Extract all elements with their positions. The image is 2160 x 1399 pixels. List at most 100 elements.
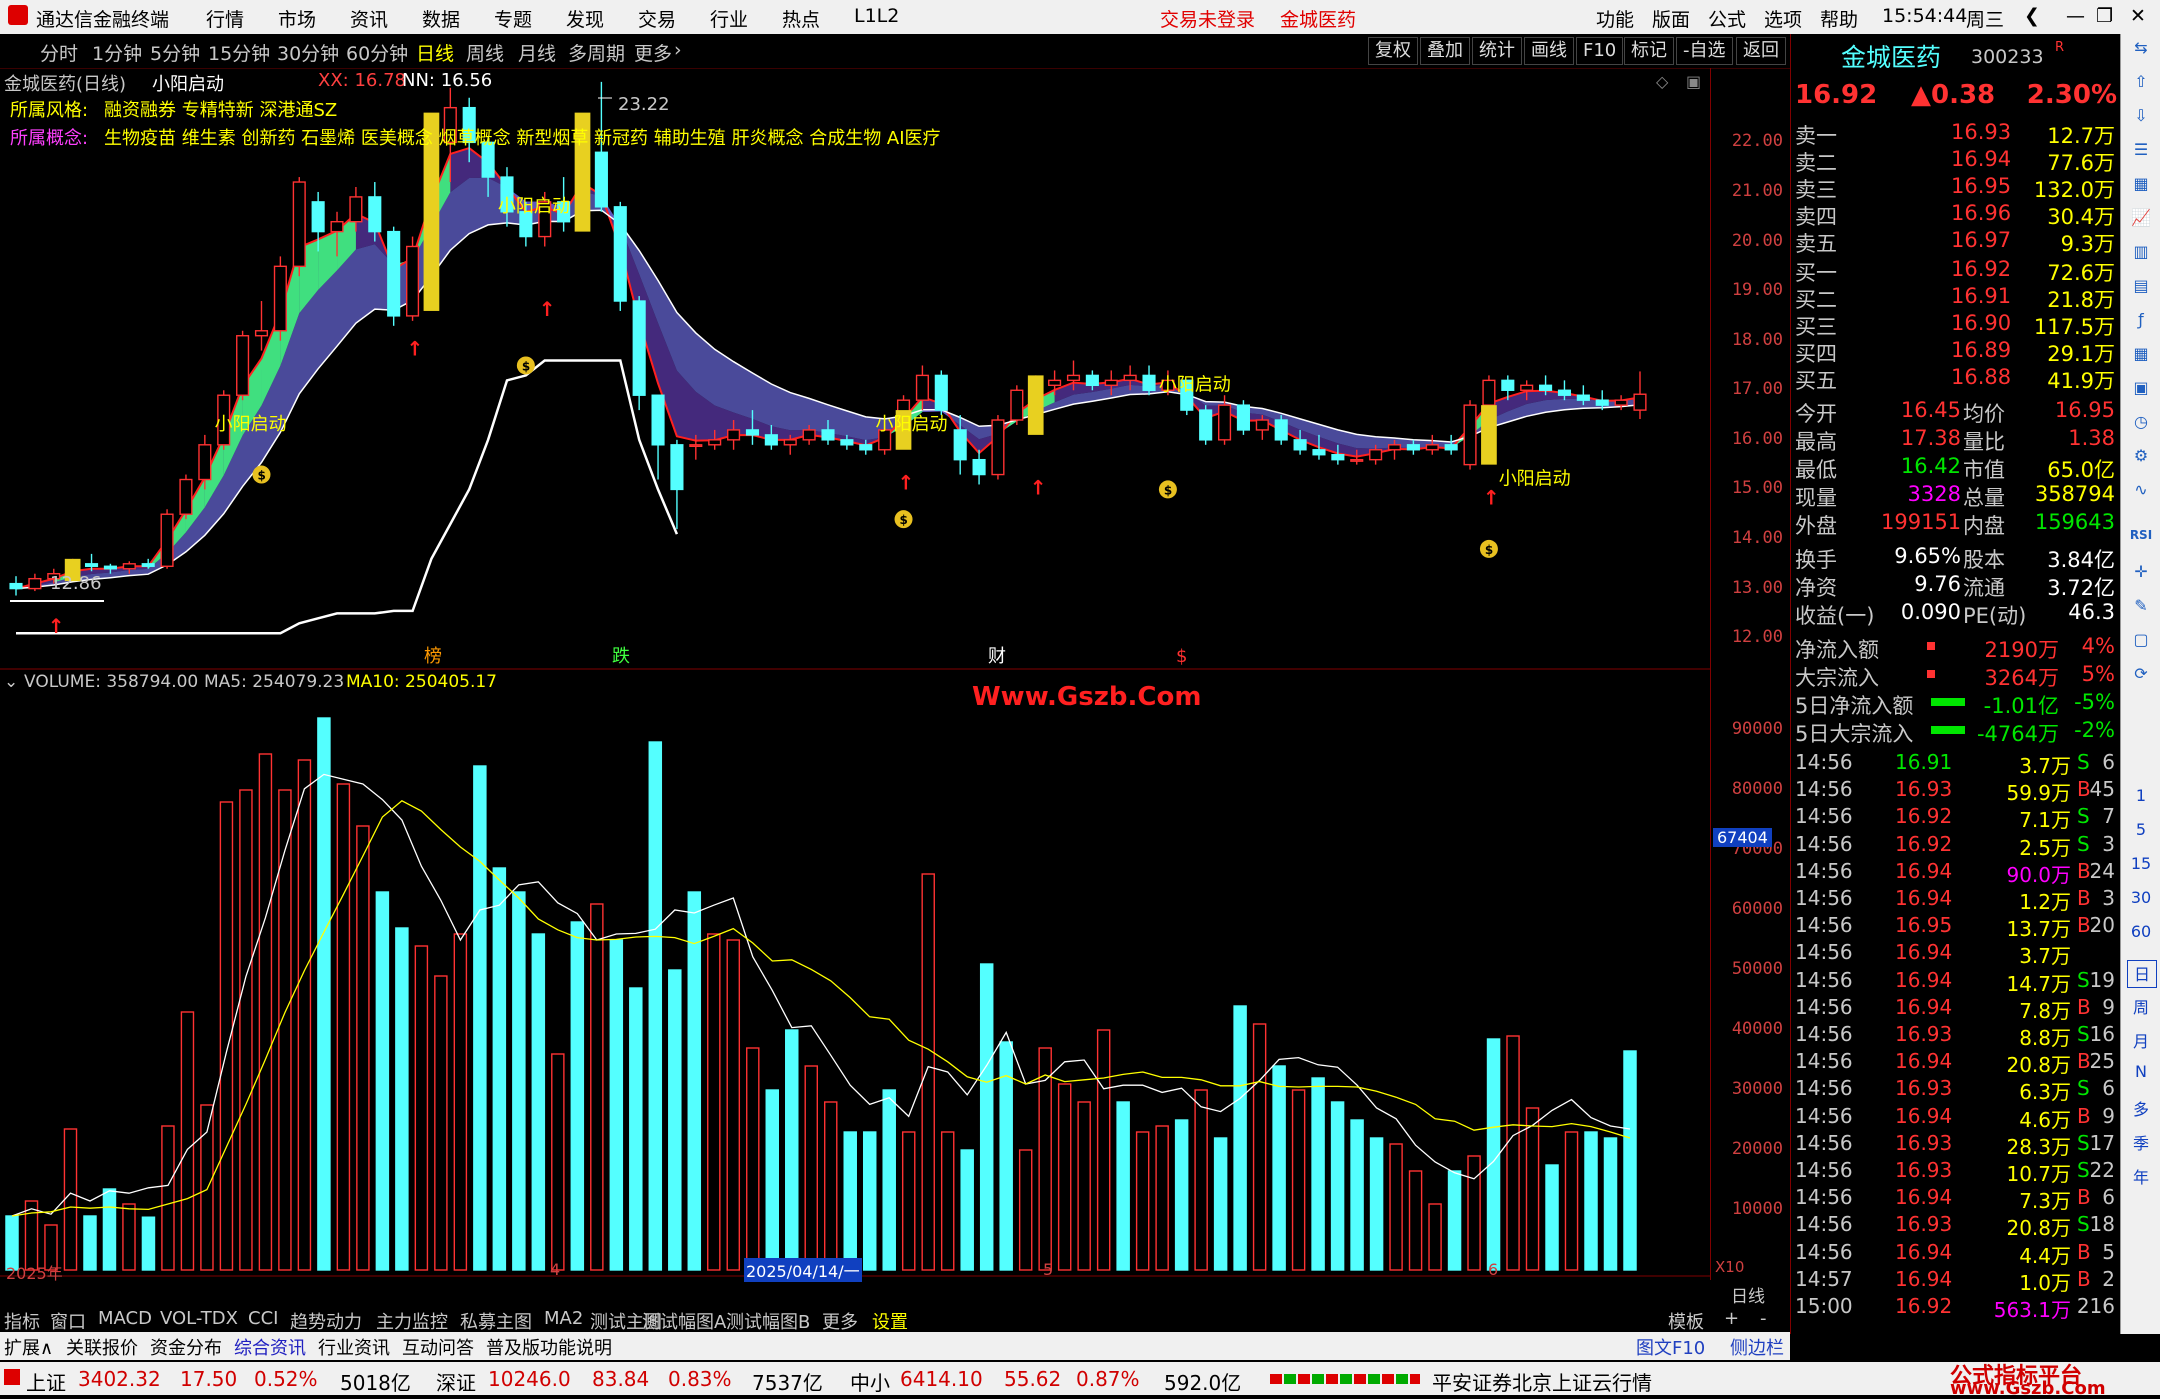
tab-1[interactable]: 窗口 — [50, 1308, 86, 1334]
info-tab-right-5[interactable]: 势 — [1956, 1334, 1974, 1360]
menu-topics[interactable]: 专题 — [494, 5, 532, 32]
volume-bar[interactable] — [1194, 1089, 1208, 1271]
clock-icon[interactable]: ◷ — [2127, 412, 2155, 438]
menu-data[interactable]: 数据 — [422, 5, 460, 32]
volume-bar[interactable] — [1330, 1101, 1345, 1271]
stats-button[interactable]: 统计 — [1472, 37, 1522, 65]
period-15min[interactable]: 15分钟 — [208, 39, 270, 66]
volume-bar[interactable] — [473, 765, 487, 1271]
volume-bar[interactable] — [1447, 1170, 1462, 1271]
volume-bar[interactable] — [843, 1131, 857, 1271]
zx-label[interactable]: 中小 — [850, 1367, 890, 1396]
candle[interactable] — [1482, 375, 1496, 411]
candle[interactable] — [1274, 415, 1288, 445]
menu-formula[interactable]: 公式 — [1708, 5, 1746, 32]
info-tab-1[interactable]: 关联报价 — [66, 1334, 138, 1360]
menu-function[interactable]: 功能 — [1596, 5, 1634, 32]
volume-bar[interactable] — [1564, 1131, 1579, 1271]
volume-bar[interactable] — [356, 825, 370, 1271]
volume-bar[interactable] — [1467, 1155, 1481, 1271]
info-tab-6[interactable]: 普及版功能说明 — [486, 1334, 612, 1360]
candle[interactable] — [991, 415, 1005, 480]
arrow-up-icon[interactable]: ⇧ — [2127, 72, 2155, 98]
volume-bar[interactable] — [1584, 1131, 1598, 1271]
candle[interactable] — [972, 449, 986, 485]
overlay-button[interactable]: 叠加 — [1420, 37, 1470, 65]
draw-button[interactable]: 画线 — [1524, 37, 1574, 65]
minimize-icon[interactable]: — — [2066, 5, 2085, 27]
volume-bar[interactable] — [1077, 1101, 1091, 1271]
volume-bar[interactable] — [531, 933, 546, 1271]
volume-bar[interactable] — [609, 939, 624, 1271]
volume-bar[interactable] — [648, 741, 663, 1271]
volume-bar[interactable] — [1291, 1089, 1306, 1271]
period-1-button[interactable]: 1 — [2127, 786, 2155, 812]
refresh-icon[interactable]: ⟳ — [2127, 664, 2155, 690]
volume-bar[interactable] — [979, 963, 994, 1271]
period-5min[interactable]: 5分钟 — [150, 39, 200, 66]
candle[interactable] — [1444, 434, 1458, 455]
volume-bar[interactable] — [180, 1011, 195, 1271]
period-60-button[interactable]: 60 — [2127, 922, 2155, 948]
event-mark[interactable]: 财 — [988, 646, 1006, 667]
volume-bar[interactable] — [1272, 1065, 1286, 1271]
pen-icon[interactable]: ✎ — [2127, 596, 2155, 622]
candle[interactable] — [387, 226, 401, 326]
tab-4[interactable]: CCI — [248, 1308, 278, 1329]
volume-bar[interactable] — [453, 933, 468, 1271]
list-icon[interactable]: ☰ — [2127, 140, 2155, 166]
volume-bar[interactable] — [1057, 1083, 1072, 1271]
volume-bar[interactable] — [1233, 1005, 1247, 1271]
period-week-button[interactable]: 周 — [2127, 994, 2155, 1020]
diamond-icon[interactable]: ◇ — [1656, 72, 1668, 91]
period-5-button[interactable]: 5 — [2127, 820, 2155, 846]
fs-icon[interactable]: ▢ — [2127, 630, 2155, 656]
candle[interactable] — [651, 394, 665, 480]
tab-right-0[interactable]: 模板 — [1668, 1308, 1704, 1334]
volume-bar[interactable] — [687, 891, 702, 1271]
volume-bar[interactable] — [707, 933, 721, 1271]
volume-bar[interactable] — [512, 891, 526, 1271]
menu-industry[interactable]: 行业 — [710, 5, 748, 32]
candle[interactable] — [613, 201, 627, 311]
return-button[interactable]: 返回 — [1736, 37, 1786, 65]
volume-bar[interactable] — [1369, 1137, 1384, 1271]
volume-bar[interactable] — [940, 1131, 955, 1271]
info-tab-3[interactable]: 综合资讯 — [234, 1334, 306, 1360]
volume-bar[interactable] — [668, 969, 682, 1271]
volume-bar[interactable] — [862, 1131, 877, 1271]
volume-bar[interactable] — [1525, 1107, 1540, 1271]
grid-icon[interactable]: ▤ — [2127, 276, 2155, 302]
arrow-down-icon[interactable]: ⇩ — [2127, 106, 2155, 132]
tab-2[interactable]: MACD — [98, 1308, 152, 1329]
volume-bar[interactable] — [1311, 1077, 1325, 1271]
volume-bar[interactable] — [161, 1125, 175, 1271]
menu-layout[interactable]: 版面 — [1652, 5, 1690, 32]
volume-bar[interactable] — [492, 867, 507, 1271]
tab-7[interactable]: 私募主图 — [460, 1308, 532, 1334]
volume-bar[interactable] — [1116, 1101, 1130, 1271]
f10-button[interactable]: F10 — [1576, 37, 1624, 65]
candle[interactable] — [160, 509, 174, 569]
candle[interactable] — [9, 576, 23, 596]
menu-quotes[interactable]: 行情 — [206, 5, 244, 32]
period-30min[interactable]: 30分钟 — [277, 39, 339, 66]
menu-l1l2[interactable]: L1L2 — [854, 5, 899, 27]
event-mark[interactable]: 榜 — [424, 646, 442, 667]
tab-12[interactable]: 更多 — [822, 1308, 858, 1334]
candle[interactable] — [254, 301, 269, 351]
volume-bar[interactable] — [317, 717, 331, 1271]
volume-bar[interactable] — [1018, 1149, 1033, 1271]
sz-label[interactable]: 深证 — [436, 1367, 476, 1396]
menu-discover[interactable]: 发现 — [566, 5, 604, 32]
info-tab-2[interactable]: 资金分布 — [150, 1334, 222, 1360]
tab-5[interactable]: 趋势动力 — [290, 1308, 362, 1334]
period-60min[interactable]: 60分钟 — [346, 39, 408, 66]
period-month-button[interactable]: 月 — [2127, 1028, 2155, 1054]
candle[interactable] — [934, 370, 948, 416]
volume-bar[interactable] — [1174, 1119, 1189, 1271]
volume-bar[interactable] — [1623, 1050, 1637, 1271]
candle[interactable] — [1010, 385, 1024, 425]
period-daily[interactable]: 日线 — [416, 39, 454, 66]
server-name[interactable]: 平安证券北京上证云行情 — [1432, 1367, 1652, 1396]
